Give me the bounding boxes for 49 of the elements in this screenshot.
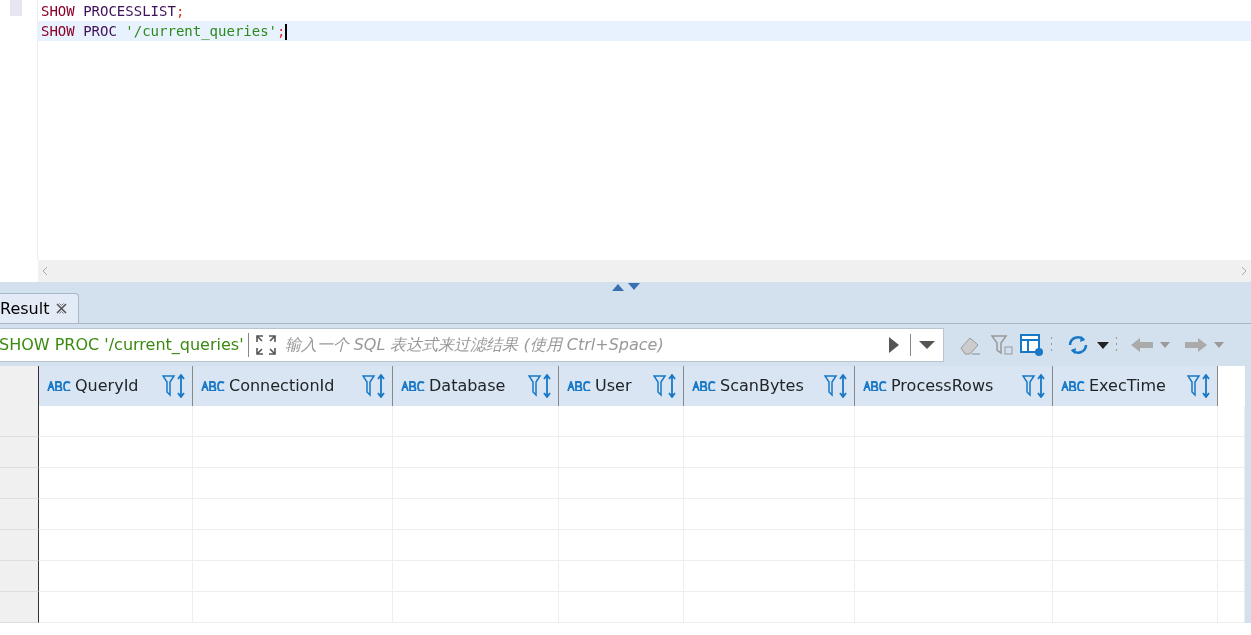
row-header[interactable] — [0, 406, 39, 437]
filter-sort-icon[interactable] — [528, 374, 554, 398]
text-type-icon — [1061, 381, 1085, 391]
scroll-left-icon[interactable] — [42, 266, 48, 276]
row-header[interactable] — [0, 468, 39, 499]
text-type-icon — [863, 381, 887, 391]
column-header[interactable]: Database — [393, 366, 559, 406]
result-tab[interactable]: Result — [0, 293, 80, 323]
close-icon[interactable] — [55, 302, 69, 315]
text-type-icon — [47, 381, 71, 391]
row-header[interactable] — [0, 499, 39, 530]
filter-input[interactable]: 输入一个 SQL 表达式来过滤结果 (使用 Ctrl+Space) — [282, 332, 878, 358]
table-cell — [1218, 530, 1245, 561]
row-header[interactable] — [0, 561, 39, 592]
scroll-right-icon[interactable] — [1241, 266, 1247, 276]
column-header[interactable]: User — [559, 366, 684, 406]
text-type-icon — [567, 381, 591, 391]
caret-icon[interactable] — [1097, 341, 1109, 349]
table-cell — [1218, 437, 1245, 468]
column-header[interactable]: QueryId — [39, 366, 193, 406]
row-header[interactable] — [0, 530, 39, 561]
filter-field[interactable]: SHOW PROC '/current_queries' 输入一个 SQL 表达式来过滤结果 (使用 Ctrl+Space) — [0, 328, 944, 362]
dropdown-icon[interactable] — [919, 341, 935, 349]
column-header[interactable]: ProcessRows — [855, 366, 1053, 406]
filter-icon[interactable] — [990, 334, 1014, 356]
table-cell — [1218, 561, 1245, 592]
code-line: SHOW PROCESSLIST; — [40, 2, 186, 21]
expand-icon[interactable] — [254, 334, 277, 356]
filter-sort-icon[interactable] — [653, 374, 679, 398]
text-type-icon — [692, 381, 716, 391]
table-cell — [1218, 592, 1245, 623]
filter-sort-icon[interactable] — [1187, 374, 1213, 398]
table-cell — [1218, 406, 1245, 437]
run-filter-icon[interactable] — [888, 336, 900, 354]
filter-sort-icon[interactable] — [824, 374, 850, 398]
text-type-icon — [201, 381, 225, 391]
column-header[interactable]: ConnectionId — [193, 366, 393, 406]
filter-sort-icon[interactable] — [1022, 374, 1048, 398]
table-cell — [1218, 499, 1245, 530]
row-header[interactable] — [0, 437, 39, 468]
column-header[interactable]: ExecTime — [1053, 366, 1218, 406]
column-header[interactable]: ScanBytes — [684, 366, 855, 406]
table-cell — [1218, 468, 1245, 499]
filter-sort-icon[interactable] — [162, 374, 188, 398]
row-header-corner — [0, 366, 39, 406]
gutter-marker — [10, 0, 22, 16]
text-type-icon — [401, 381, 425, 391]
row-header[interactable] — [0, 592, 39, 623]
filter-sort-icon[interactable] — [362, 374, 388, 398]
